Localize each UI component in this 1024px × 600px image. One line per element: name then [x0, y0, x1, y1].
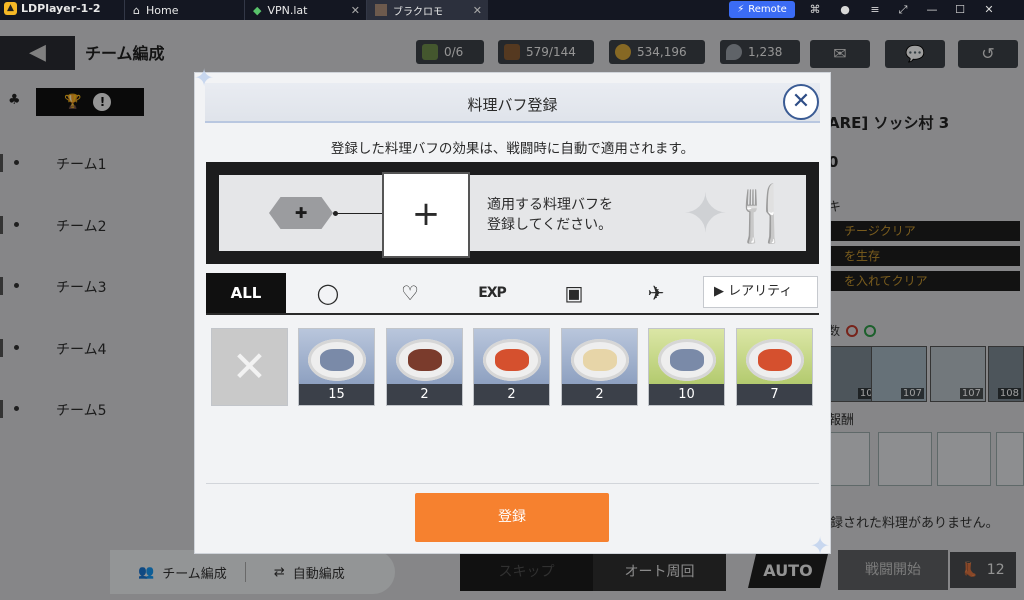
emulator-titlebar: ▲ LDPlayer-1-2 ⌂ Home ◆ VPN.lat ✕ ブラクロモ … [0, 0, 1024, 20]
food-item[interactable]: 2 [561, 328, 638, 406]
menu-icon[interactable]: ≡ [868, 3, 882, 17]
dialog-header: 料理バフ登録 [205, 83, 820, 123]
tab-shield[interactable]: ◯ [288, 273, 368, 313]
food-list: ✕ 15 2 2 2 10 7 [211, 328, 821, 408]
connector-line [333, 211, 385, 216]
maximize-icon[interactable]: ☐ [953, 3, 967, 17]
food-item[interactable]: 7 [736, 328, 813, 406]
food-count: 2 [562, 384, 637, 405]
game-avatar-icon [375, 4, 387, 16]
triangle-right-icon: ▶ [714, 284, 724, 299]
buff-register-inner: ✚ + 適用する料理バフを 登録してください。 ✦🍴 [219, 172, 806, 258]
tab-game-label: ブラクロモ [393, 6, 443, 18]
register-hint-line2: 登録してください。 [487, 217, 613, 233]
tab-vpn-label: VPN.lat [267, 3, 308, 17]
close-icon: ✕ [791, 89, 811, 114]
register-hint-line1: 適用する料理バフを [487, 197, 613, 213]
sparkle-icon: ✦ [193, 64, 215, 92]
tab-boot[interactable]: ✈ [616, 273, 696, 313]
close-tab-icon[interactable]: ✕ [473, 4, 482, 17]
remote-button[interactable]: ⚡ Remote [729, 1, 795, 18]
sparkle-icon: ✦ [809, 532, 831, 560]
rarity-label: レアリティ [728, 284, 793, 299]
header-underline [205, 121, 820, 123]
add-buff-slot[interactable]: + [382, 172, 470, 258]
food-item[interactable]: 10 [648, 328, 725, 406]
tab-home[interactable]: ⌂ Home [124, 0, 244, 20]
fullscreen-icon[interactable]: ⤢ [896, 3, 910, 17]
register-button[interactable]: 登録 [415, 493, 609, 542]
tab-home-label: Home [145, 3, 179, 17]
boot-wing-icon: ✈ [647, 281, 665, 305]
account-icon[interactable]: ● [838, 3, 852, 17]
buff-register-panel: ✚ + 適用する料理バフを 登録してください。 ✦🍴 [206, 162, 819, 264]
shield-ring-icon: ◯ [316, 281, 340, 305]
tab-vpn[interactable]: ◆ VPN.lat ✕ [244, 0, 366, 20]
tab-all[interactable]: ALL [206, 273, 286, 313]
lightning-icon: ⚡ [737, 4, 745, 15]
food-item[interactable]: 15 [298, 328, 375, 406]
sandwich-icon [758, 349, 792, 371]
tab-heart[interactable]: ♡ [370, 273, 450, 313]
food-count: 2 [474, 384, 549, 405]
food-count: 2 [387, 384, 462, 405]
close-window-icon[interactable]: ✕ [982, 3, 996, 17]
roast-meat-icon [408, 349, 442, 371]
food-count: 10 [649, 384, 724, 405]
footer-divider [206, 483, 819, 484]
register-hint: 適用する料理バフを 登録してください。 [487, 195, 613, 235]
food-item[interactable]: 2 [473, 328, 550, 406]
dumpling-icon [583, 349, 617, 371]
gamepad-icon[interactable]: ⌘ [808, 3, 822, 17]
plus-icon: + [411, 194, 441, 234]
close-button[interactable]: ✕ [783, 84, 819, 120]
food-count: 7 [737, 384, 812, 405]
heart-icon: ♡ [401, 281, 419, 305]
buff-slot-hex: ✚ [269, 197, 333, 229]
remote-label: Remote [748, 4, 787, 15]
food-count: 15 [299, 384, 374, 405]
sandwich-icon [495, 349, 529, 371]
shield-icon: ◆ [253, 3, 262, 17]
filter-tabs: ALL ◯ ♡ EXP ▣ ✈ ▶ レアリティ [206, 273, 819, 315]
app-brand: ▲ LDPlayer-1-2 [4, 2, 101, 15]
rarity-sort-button[interactable]: ▶ レアリティ [703, 276, 818, 308]
tab-game[interactable]: ブラクロモ ✕ [366, 0, 488, 20]
chest-icon: ▣ [564, 281, 584, 305]
tab-exp[interactable]: EXP [452, 273, 532, 313]
app-name: LDPlayer-1-2 [21, 2, 101, 15]
grilled-fish-icon [670, 349, 704, 371]
dialog-title: 料理バフ登録 [467, 96, 558, 114]
cross-icon: ✕ [231, 342, 268, 391]
ldplayer-logo-icon: ▲ [4, 2, 17, 15]
close-tab-icon[interactable]: ✕ [351, 4, 360, 17]
cutlery-watermark-icon: ✦🍴 [682, 182, 796, 245]
minimize-icon[interactable]: — [925, 3, 939, 17]
home-icon: ⌂ [133, 3, 140, 17]
chef-hat-icon: ✚ [294, 204, 308, 222]
tab-chest[interactable]: ▣ [534, 273, 614, 313]
grilled-fish-icon [320, 349, 354, 371]
dialog-description: 登録した料理バフの効果は、戦闘時に自動で適用されます。 [330, 141, 695, 157]
food-item[interactable]: 2 [386, 328, 463, 406]
food-item-none[interactable]: ✕ [211, 328, 288, 406]
